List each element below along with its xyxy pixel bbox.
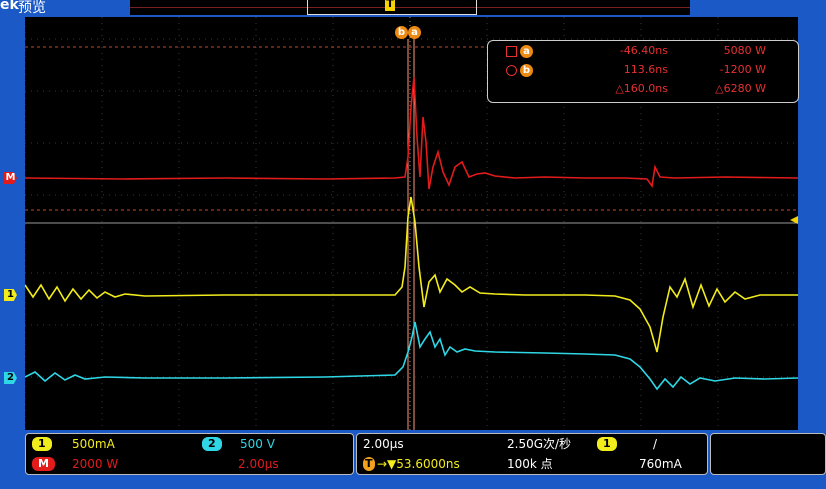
cursor-a-value: 5080 W — [723, 44, 766, 57]
cursor-delta-time: △160.0ns — [615, 82, 668, 95]
record-length: 100k 点 — [507, 457, 553, 471]
trigger-level: 760mA — [639, 457, 682, 471]
cursor-b-time: 113.6ns — [623, 63, 668, 76]
record-view-bar[interactable]: T — [130, 0, 690, 15]
square-icon — [506, 45, 517, 57]
trigger-slope: / — [653, 437, 658, 451]
ch1-offset-marker[interactable]: 1 — [4, 289, 17, 301]
cursor-badges: ba — [395, 22, 421, 41]
timebase-panel[interactable]: 2.00μs 2.50G次/秒 T →▼53.6000ns 100k 点 1 /… — [356, 433, 708, 475]
cursor-b-value: -1200 W — [719, 63, 766, 76]
ch2-offset-marker[interactable]: 2 — [4, 372, 17, 384]
math-scale: 2000 W — [72, 457, 119, 471]
horizontal-scale: 2.00μs — [363, 437, 404, 451]
ch2-scale: 500 V — [240, 437, 275, 451]
trigger-position-icon: T — [363, 457, 375, 471]
cursor-readout: a -46.40ns 5080 W b 113.6ns -1200 W △160… — [487, 40, 799, 103]
trigger-source-chip[interactable]: 1 — [597, 437, 617, 451]
cursor-a-label: a — [506, 44, 540, 58]
ch1-waveform — [25, 196, 798, 353]
top-bar: ek 预览 T — [0, 0, 826, 17]
record-trigger-marker: T — [385, 0, 395, 11]
cursor-b-label: b — [506, 63, 540, 77]
cursor-b-row: b 113.6ns -1200 W — [488, 63, 798, 81]
channel-scale-panel[interactable]: 1 500mA 2 500 V M 2000 W 2.00μs — [25, 433, 354, 475]
ch2-waveform — [25, 321, 798, 391]
ch1-chip[interactable]: 1 — [32, 437, 52, 451]
ch2-chip[interactable]: 2 — [202, 437, 222, 451]
sample-rate: 2.50G次/秒 — [507, 437, 572, 451]
math-timescale: 2.00μs — [238, 457, 279, 471]
acquisition-mode-label: 预览 — [18, 0, 46, 16]
status-bar: 1 500mA 2 500 V M 2000 W 2.00μs 2.00μs 2… — [0, 430, 826, 489]
cursor-a-badge[interactable]: a — [408, 26, 421, 39]
cursor-b-icon: b — [520, 63, 533, 77]
trigger-position: →▼53.6000ns — [377, 457, 460, 471]
math-offset-marker[interactable]: M — [4, 172, 17, 184]
cursor-delta-row: △160.0ns △6280 W — [488, 82, 798, 100]
extra-panel — [710, 433, 826, 475]
cursor-delta-value: △6280 W — [715, 82, 766, 95]
circle-icon — [506, 64, 517, 76]
cursor-a-row: a -46.40ns 5080 W — [488, 44, 798, 62]
math-chip[interactable]: M — [32, 457, 55, 471]
cursor-a-time: -46.40ns — [619, 44, 668, 57]
ch1-scale: 500mA — [72, 437, 115, 451]
cursor-v-lines — [407, 39, 415, 430]
cursor-b-badge[interactable]: b — [395, 26, 408, 39]
cursor-a-icon: a — [520, 44, 533, 58]
brand-label: ek — [0, 0, 19, 13]
